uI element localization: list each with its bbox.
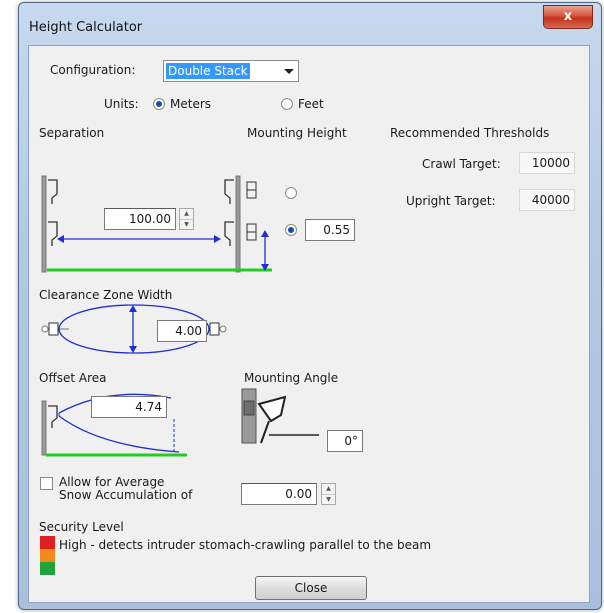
separation-diagram — [41, 175, 319, 457]
offset-area-value: 4.74 — [91, 396, 167, 418]
mounting-angle-heading: Mounting Angle — [244, 371, 339, 385]
title-bar: Height Calculator x — [19, 3, 601, 45]
spinner-down-icon[interactable]: ▼ — [180, 220, 193, 230]
security-level-medium-swatch — [40, 549, 55, 562]
mounting-height-option-2-radio[interactable] — [285, 224, 297, 236]
separation-spinner[interactable]: ▲ ▼ — [179, 208, 194, 230]
dialog-client-area: Configuration: Double Stack Units: Meter… — [28, 45, 590, 603]
window-close-button[interactable]: x — [543, 5, 593, 29]
offset-area-heading: Offset Area — [39, 371, 107, 385]
security-level-high-swatch — [40, 536, 55, 549]
snow-accumulation-spinner[interactable]: ▲ ▼ — [321, 483, 336, 505]
security-level-description: High - detects intruder stomach-crawling… — [59, 538, 432, 552]
height-calculator-window: Height Calculator x Configuration: Doubl… — [18, 2, 602, 610]
snow-accumulation-input[interactable]: 0.00 — [241, 483, 317, 505]
clearance-zone-value: 4.00 — [157, 320, 207, 342]
clearance-zone-heading: Clearance Zone Width — [39, 288, 173, 302]
mounting-height-option-1-radio[interactable] — [285, 187, 297, 199]
spinner-down-icon[interactable]: ▼ — [322, 495, 335, 505]
spinner-up-icon[interactable]: ▲ — [180, 209, 193, 220]
snow-label-line2: Snow Accumulation of — [59, 488, 193, 502]
mounting-height-value: 0.55 — [305, 219, 355, 241]
separation-input[interactable]: 100.00 — [104, 208, 176, 230]
mounting-angle-value: 0° — [327, 430, 363, 452]
security-level-low-swatch — [40, 562, 55, 575]
security-level-heading: Security Level — [39, 520, 124, 534]
window-title: Height Calculator — [29, 20, 143, 35]
close-icon: x — [563, 9, 573, 24]
snow-accumulation-checkbox[interactable] — [40, 477, 53, 490]
close-button[interactable]: Close — [255, 576, 367, 600]
snow-label-line1: Allow for Average — [59, 475, 165, 489]
spinner-up-icon[interactable]: ▲ — [322, 484, 335, 495]
